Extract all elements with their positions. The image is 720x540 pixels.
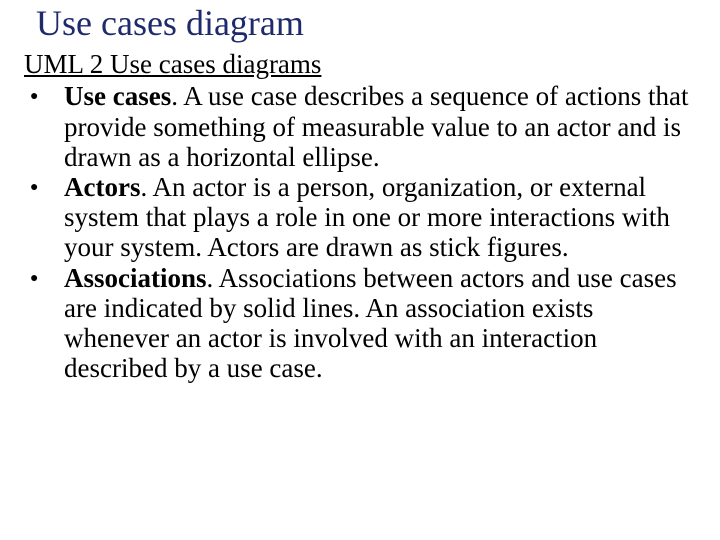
bullet-icon: ● [24,172,64,195]
term: Actors [64,172,140,202]
bullet-list: ● Use cases. A use case describes a sequ… [24,81,696,383]
bullet-icon: ● [24,81,64,104]
bullet-text: Associations. Associations between actor… [64,263,696,384]
uml-link[interactable]: UML 2 Use cases diagrams [24,50,696,80]
bullet-text: Actors. An actor is a person, organizati… [64,172,696,263]
slide: Use cases diagram UML 2 Use cases diagra… [0,0,720,540]
term: Use cases [64,81,171,111]
list-item: ● Associations. Associations between act… [24,263,696,384]
bullet-text: Use cases. A use case describes a sequen… [64,81,696,172]
slide-title: Use cases diagram [36,4,696,44]
list-item: ● Actors. An actor is a person, organiza… [24,172,696,263]
description: . An actor is a person, organization, or… [64,172,670,262]
bullet-icon: ● [24,263,64,286]
list-item: ● Use cases. A use case describes a sequ… [24,81,696,172]
term: Associations [64,263,207,293]
